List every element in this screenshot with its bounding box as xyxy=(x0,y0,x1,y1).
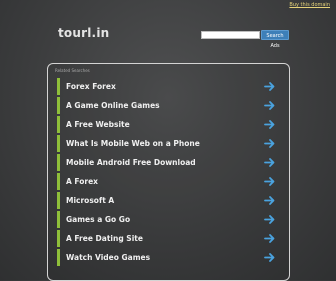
list-item-label: A Forex xyxy=(66,177,99,186)
list-item[interactable]: Forex Forex xyxy=(57,78,278,95)
list-item[interactable]: Mobile Android Free Download xyxy=(57,154,278,171)
list-item-label: A Game Online Games xyxy=(66,101,160,110)
list-item[interactable]: A Forex xyxy=(57,173,278,190)
arrow-right-icon xyxy=(264,196,275,205)
list-item-label: Microsoft A xyxy=(66,196,115,205)
arrow-right-icon xyxy=(264,82,275,91)
related-search-list: Forex Forex A Game Online Games A Free W… xyxy=(57,78,278,268)
arrow-right-icon xyxy=(264,101,275,110)
arrow-right-icon xyxy=(264,120,275,129)
list-item-label: What Is Mobile Web on a Phone xyxy=(66,139,200,148)
site-logo: tourl.in xyxy=(58,26,110,40)
list-item[interactable]: What Is Mobile Web on a Phone xyxy=(57,135,278,152)
list-item-label: Mobile Android Free Download xyxy=(66,158,196,167)
list-item-label: Games a Go Go xyxy=(66,215,131,224)
list-item[interactable]: A Free Website xyxy=(57,116,278,133)
arrow-right-icon xyxy=(264,177,275,186)
search-button[interactable]: Search Ads xyxy=(261,30,289,49)
list-item[interactable]: Microsoft A xyxy=(57,192,278,209)
list-item[interactable]: Watch Video Games xyxy=(57,249,278,266)
arrow-right-icon xyxy=(264,234,275,243)
search-input[interactable] xyxy=(201,31,260,39)
list-item-label: A Free Website xyxy=(66,120,130,129)
list-item[interactable]: A Free Dating Site xyxy=(57,230,278,247)
arrow-right-icon xyxy=(264,139,275,148)
related-searches-panel: Related Searches Forex Forex A Game Onli… xyxy=(47,63,290,281)
list-item[interactable]: Games a Go Go xyxy=(57,211,278,228)
list-item-label: Watch Video Games xyxy=(66,253,151,262)
panel-caption: Related Searches xyxy=(55,68,90,73)
list-item[interactable]: A Game Online Games xyxy=(57,97,278,114)
arrow-right-icon xyxy=(264,253,275,262)
arrow-right-icon xyxy=(264,158,275,167)
list-item-label: A Free Dating Site xyxy=(66,234,143,243)
list-item-label: Forex Forex xyxy=(66,82,116,91)
buy-domain-link[interactable]: Buy this domain xyxy=(289,2,330,8)
arrow-right-icon xyxy=(264,215,275,224)
